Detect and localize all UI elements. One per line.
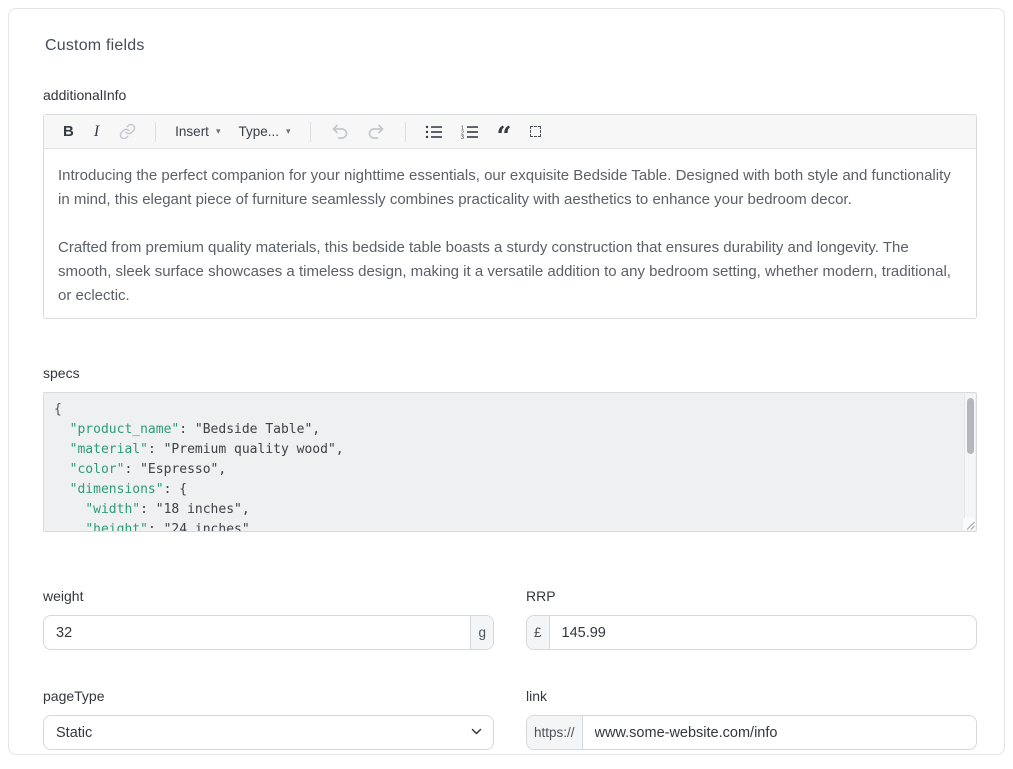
link-input[interactable] xyxy=(583,716,976,749)
undo-icon xyxy=(330,123,349,140)
page-type-field: pageType Static xyxy=(43,688,494,750)
insert-dropdown-label: Insert xyxy=(175,124,209,139)
redo-icon xyxy=(367,123,386,140)
page-type-select[interactable]: Static xyxy=(43,715,494,750)
rrp-field: RRP £ xyxy=(526,588,977,650)
editor-paragraph: Crafted from premium quality materials, … xyxy=(58,236,962,308)
toolbar-divider xyxy=(155,122,156,142)
custom-fields-card: Custom fields additionalInfo B I Insert … xyxy=(8,8,1005,755)
rrp-input-group: £ xyxy=(526,615,977,650)
caret-down-icon: ▾ xyxy=(216,127,221,136)
bullet-list-icon xyxy=(425,125,443,139)
rrp-input[interactable] xyxy=(550,616,976,649)
card-title: Custom fields xyxy=(45,37,978,55)
svg-text:3: 3 xyxy=(461,135,464,139)
ordered-list-icon: 123 xyxy=(461,125,479,139)
container-block-button[interactable] xyxy=(522,118,549,146)
resize-grip-icon[interactable] xyxy=(963,518,975,530)
protocol-addon: https:// xyxy=(527,716,583,749)
bold-button[interactable]: B xyxy=(55,118,82,146)
link-field: link https:// xyxy=(526,688,977,750)
caret-down-icon: ▾ xyxy=(286,127,291,136)
additional-info-section: additionalInfo B I Insert ▾ Type... ▾ xyxy=(43,87,977,319)
weight-input[interactable] xyxy=(44,616,470,649)
additional-info-label: additionalInfo xyxy=(43,87,977,103)
rrp-label: RRP xyxy=(526,588,977,604)
specs-code-content: { "product_name": "Bedside Table", "mate… xyxy=(44,393,976,532)
undo-button[interactable] xyxy=(322,118,357,146)
ordered-list-button[interactable]: 123 xyxy=(453,118,487,146)
scrollbar-thumb[interactable] xyxy=(967,398,974,454)
editor-toolbar: B I Insert ▾ Type... ▾ xyxy=(44,115,976,149)
specs-label: specs xyxy=(43,365,977,381)
bullet-list-button[interactable] xyxy=(417,118,451,146)
link-icon xyxy=(119,123,136,140)
weight-unit-addon: g xyxy=(470,616,493,649)
editor-content[interactable]: Introducing the perfect companion for yo… xyxy=(44,149,976,318)
italic-button[interactable]: I xyxy=(84,118,109,146)
weight-input-group: g xyxy=(43,615,494,650)
redo-button[interactable] xyxy=(359,118,394,146)
type-dropdown-label: Type... xyxy=(238,124,279,139)
specs-code-editor[interactable]: { "product_name": "Bedside Table", "mate… xyxy=(43,392,977,532)
currency-addon: £ xyxy=(527,616,550,649)
specs-scrollbar[interactable] xyxy=(964,394,975,518)
weight-field: weight g xyxy=(43,588,494,650)
insert-dropdown[interactable]: Insert ▾ xyxy=(166,120,229,143)
weight-rrp-row: weight g RRP £ xyxy=(43,588,977,650)
rich-text-editor: B I Insert ▾ Type... ▾ xyxy=(43,114,977,319)
link-button[interactable] xyxy=(111,118,144,146)
blockquote-button[interactable]: “ xyxy=(489,118,520,146)
editor-paragraph: Introducing the perfect companion for yo… xyxy=(58,164,962,212)
pagetype-link-row: pageType Static link https:// xyxy=(43,688,977,750)
specs-section: specs { "product_name": "Bedside Table",… xyxy=(43,365,977,532)
link-input-group: https:// xyxy=(526,715,977,750)
type-dropdown[interactable]: Type... ▾ xyxy=(229,120,299,143)
weight-label: weight xyxy=(43,588,494,604)
toolbar-divider xyxy=(405,122,406,142)
toolbar-divider xyxy=(310,122,311,142)
dashed-square-icon xyxy=(530,126,541,137)
link-label: link xyxy=(526,688,977,704)
page-type-select-wrap: Static xyxy=(43,715,494,750)
page-type-label: pageType xyxy=(43,688,494,704)
